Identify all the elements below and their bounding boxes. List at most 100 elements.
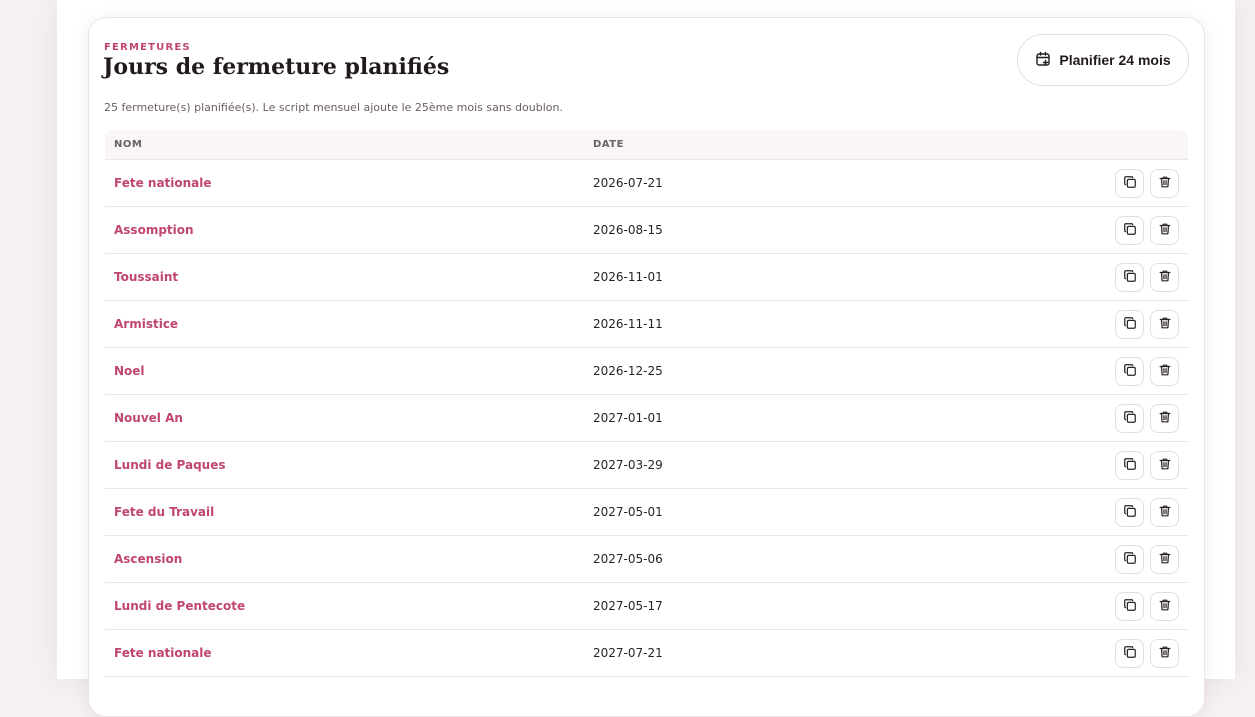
duplicate-button[interactable] bbox=[1115, 168, 1144, 198]
closure-name[interactable]: Fete nationale bbox=[105, 646, 593, 660]
closure-name[interactable]: Fete du Travail bbox=[105, 505, 593, 519]
table-row: Lundi de Pentecote 2027-05-17 bbox=[105, 583, 1188, 630]
delete-button[interactable] bbox=[1150, 638, 1179, 668]
delete-button[interactable] bbox=[1150, 356, 1179, 386]
duplicate-button[interactable] bbox=[1115, 450, 1144, 480]
closure-name[interactable]: Toussaint bbox=[105, 270, 593, 284]
trash-icon bbox=[1158, 269, 1172, 286]
row-actions bbox=[1115, 262, 1188, 292]
trash-icon bbox=[1158, 363, 1172, 380]
closure-name[interactable]: Nouvel An bbox=[105, 411, 593, 425]
duplicate-button[interactable] bbox=[1115, 638, 1144, 668]
closure-name[interactable]: Fete nationale bbox=[105, 176, 593, 190]
table-body: Fete nationale 2026-07-21 Assomption 202… bbox=[105, 160, 1188, 677]
trash-icon bbox=[1158, 457, 1172, 474]
closure-date: 2027-07-21 bbox=[593, 646, 663, 660]
closure-date: 2027-05-17 bbox=[593, 599, 663, 613]
table-row: Toussaint 2026-11-01 bbox=[105, 254, 1188, 301]
delete-button[interactable] bbox=[1150, 262, 1179, 292]
trash-icon bbox=[1158, 316, 1172, 333]
copy-icon bbox=[1123, 598, 1137, 615]
page-title: Jours de fermeture planifiés bbox=[103, 54, 450, 80]
row-actions bbox=[1115, 450, 1188, 480]
trash-icon bbox=[1158, 598, 1172, 615]
table-header: NOM DATE bbox=[105, 130, 1188, 160]
delete-button[interactable] bbox=[1150, 403, 1179, 433]
closure-date: 2027-03-29 bbox=[593, 458, 663, 472]
closure-name[interactable]: Lundi de Paques bbox=[105, 458, 593, 472]
duplicate-button[interactable] bbox=[1115, 403, 1144, 433]
closure-date: 2026-07-21 bbox=[593, 176, 663, 190]
table-row: Noel 2026-12-25 bbox=[105, 348, 1188, 395]
copy-icon bbox=[1123, 457, 1137, 474]
closure-date: 2027-01-01 bbox=[593, 411, 663, 425]
table-row: Fete nationale 2026-07-21 bbox=[105, 160, 1188, 207]
row-actions bbox=[1115, 497, 1188, 527]
closure-name[interactable]: Noel bbox=[105, 364, 593, 378]
copy-icon bbox=[1123, 269, 1137, 286]
duplicate-button[interactable] bbox=[1115, 356, 1144, 386]
table-row: Ascension 2027-05-06 bbox=[105, 536, 1188, 583]
copy-icon bbox=[1123, 222, 1137, 239]
trash-icon bbox=[1158, 222, 1172, 239]
copy-icon bbox=[1123, 175, 1137, 192]
closure-date: 2027-05-06 bbox=[593, 552, 663, 566]
row-actions bbox=[1115, 403, 1188, 433]
delete-button[interactable] bbox=[1150, 497, 1179, 527]
closures-table: NOM DATE Fete nationale 2026-07-21 Assom… bbox=[105, 130, 1188, 677]
closure-name[interactable]: Ascension bbox=[105, 552, 593, 566]
row-actions bbox=[1115, 544, 1188, 574]
row-actions bbox=[1115, 591, 1188, 621]
copy-icon bbox=[1123, 504, 1137, 521]
delete-button[interactable] bbox=[1150, 215, 1179, 245]
plan-button-label: Planifier 24 mois bbox=[1059, 52, 1171, 68]
table-row: Assomption 2026-08-15 bbox=[105, 207, 1188, 254]
delete-button[interactable] bbox=[1150, 591, 1179, 621]
duplicate-button[interactable] bbox=[1115, 262, 1144, 292]
trash-icon bbox=[1158, 175, 1172, 192]
copy-icon bbox=[1123, 316, 1137, 333]
closure-name[interactable]: Lundi de Pentecote bbox=[105, 599, 593, 613]
table-row: Fete du Travail 2027-05-01 bbox=[105, 489, 1188, 536]
delete-button[interactable] bbox=[1150, 544, 1179, 574]
delete-button[interactable] bbox=[1150, 450, 1179, 480]
copy-icon bbox=[1123, 410, 1137, 427]
trash-icon bbox=[1158, 410, 1172, 427]
calendar-plus-icon bbox=[1035, 51, 1051, 70]
row-actions bbox=[1115, 215, 1188, 245]
row-actions bbox=[1115, 356, 1188, 386]
row-actions bbox=[1115, 309, 1188, 339]
trash-icon bbox=[1158, 551, 1172, 568]
section-eyebrow: FERMETURES bbox=[104, 42, 191, 53]
closure-date: 2027-05-01 bbox=[593, 505, 663, 519]
duplicate-button[interactable] bbox=[1115, 591, 1144, 621]
duplicate-button[interactable] bbox=[1115, 309, 1144, 339]
closure-date: 2026-11-11 bbox=[593, 317, 663, 331]
table-row: Lundi de Paques 2027-03-29 bbox=[105, 442, 1188, 489]
duplicate-button[interactable] bbox=[1115, 497, 1144, 527]
closures-card: FERMETURES Jours de fermeture planifiés … bbox=[88, 17, 1205, 717]
row-actions bbox=[1115, 168, 1188, 198]
row-actions bbox=[1115, 638, 1188, 668]
copy-icon bbox=[1123, 363, 1137, 380]
trash-icon bbox=[1158, 504, 1172, 521]
delete-button[interactable] bbox=[1150, 168, 1179, 198]
closure-date: 2026-08-15 bbox=[593, 223, 663, 237]
plan-24-months-button[interactable]: Planifier 24 mois bbox=[1017, 34, 1189, 86]
delete-button[interactable] bbox=[1150, 309, 1179, 339]
copy-icon bbox=[1123, 551, 1137, 568]
closure-name[interactable]: Armistice bbox=[105, 317, 593, 331]
column-header-date: DATE bbox=[593, 139, 624, 150]
column-header-nom: NOM bbox=[114, 139, 143, 150]
closure-date: 2026-11-01 bbox=[593, 270, 663, 284]
table-row: Fete nationale 2027-07-21 bbox=[105, 630, 1188, 677]
table-row: Armistice 2026-11-11 bbox=[105, 301, 1188, 348]
trash-icon bbox=[1158, 645, 1172, 662]
duplicate-button[interactable] bbox=[1115, 215, 1144, 245]
closure-name[interactable]: Assomption bbox=[105, 223, 593, 237]
duplicate-button[interactable] bbox=[1115, 544, 1144, 574]
closure-date: 2026-12-25 bbox=[593, 364, 663, 378]
closures-summary: 25 fermeture(s) planifiée(s). Le script … bbox=[104, 101, 563, 114]
table-row: Nouvel An 2027-01-01 bbox=[105, 395, 1188, 442]
copy-icon bbox=[1123, 645, 1137, 662]
